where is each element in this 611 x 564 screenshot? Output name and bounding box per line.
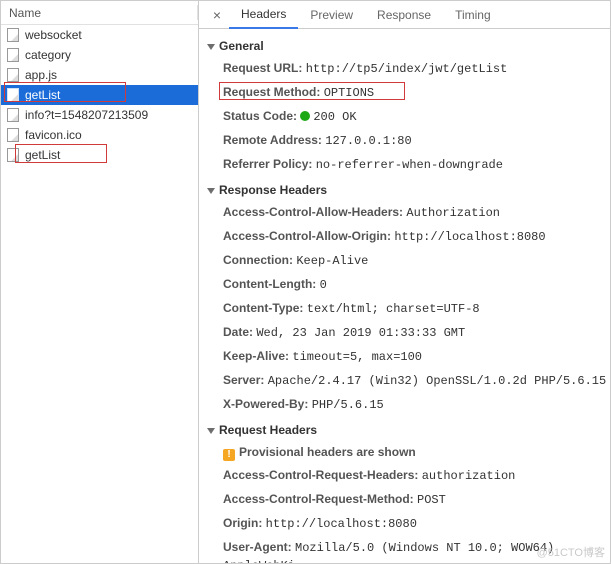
request-row[interactable]: getList	[1, 85, 198, 105]
file-icon	[7, 148, 19, 162]
kv-request-url: Request URL: http://tp5/index/jwt/getLis…	[203, 57, 610, 81]
kv-request-header: Access-Control-Request-Method: POST	[203, 488, 610, 512]
request-list-panel: Name websocket category app.js getList info?…	[1, 1, 199, 563]
watermark: @51CTO博客	[537, 544, 605, 560]
request-row[interactable]: websocket	[1, 25, 198, 45]
file-icon	[7, 28, 19, 42]
file-icon	[7, 128, 19, 142]
request-row[interactable]: favicon.ico	[1, 125, 198, 145]
kv-remote-address: Remote Address: 127.0.0.1:80	[203, 129, 610, 153]
request-row-label: getList	[25, 88, 60, 102]
file-icon	[7, 108, 19, 122]
request-row[interactable]: info?t=1548207213509	[1, 105, 198, 125]
kv-response-header: Server: Apache/2.4.17 (Win32) OpenSSL/1.…	[203, 369, 610, 393]
file-icon	[7, 48, 19, 62]
annotation-box	[219, 82, 405, 100]
file-icon	[7, 88, 19, 102]
kv-status-code: Status Code: 200 OK	[203, 105, 610, 129]
detail-tabs: × HeadersPreviewResponseTiming	[199, 1, 610, 29]
section-response-headers[interactable]: Response Headers	[203, 177, 610, 201]
devtools-window: Name websocket category app.js getList info?…	[0, 0, 611, 564]
warning-icon: !	[223, 449, 235, 461]
request-row-label: favicon.ico	[25, 128, 82, 142]
kv-response-header: Keep-Alive: timeout=5, max=100	[203, 345, 610, 369]
kv-response-header: X-Powered-By: PHP/5.6.15	[203, 393, 610, 417]
tab-response[interactable]: Response	[365, 1, 443, 29]
request-row-label: getList	[25, 148, 60, 162]
section-request-headers[interactable]: Request Headers	[203, 417, 610, 441]
tab-headers[interactable]: Headers	[229, 1, 298, 29]
disclosure-triangle-icon	[207, 188, 215, 194]
request-row[interactable]: app.js	[1, 65, 198, 85]
request-row-label: category	[25, 48, 71, 62]
disclosure-triangle-icon	[207, 428, 215, 434]
status-dot-icon	[300, 111, 310, 121]
request-row[interactable]: category	[1, 45, 198, 65]
request-row-label: app.js	[25, 68, 57, 82]
kv-request-header: Origin: http://localhost:8080	[203, 512, 610, 536]
section-title-text: General	[219, 39, 264, 53]
kv-request-header: Access-Control-Request-Headers: authoriz…	[203, 464, 610, 488]
kv-response-header: Content-Length: 0	[203, 273, 610, 297]
section-general[interactable]: General	[203, 33, 610, 57]
section-title-text: Request Headers	[219, 423, 317, 437]
detail-panel: × HeadersPreviewResponseTiming General R…	[199, 1, 610, 563]
kv-response-header: Access-Control-Allow-Headers: Authorizat…	[203, 201, 610, 225]
provisional-warning: !Provisional headers are shown	[203, 441, 610, 464]
tab-timing[interactable]: Timing	[443, 1, 503, 29]
section-title-text: Response Headers	[219, 183, 327, 197]
request-row-label: websocket	[25, 28, 82, 42]
kv-response-header: Content-Type: text/html; charset=UTF-8	[203, 297, 610, 321]
kv-response-header: Access-Control-Allow-Origin: http://loca…	[203, 225, 610, 249]
request-row[interactable]: getList	[1, 145, 198, 165]
kv-response-header: Date: Wed, 23 Jan 2019 01:33:33 GMT	[203, 321, 610, 345]
kv-request-method: Request Method: OPTIONS	[203, 81, 610, 105]
request-list: websocket category app.js getList info?t=154…	[1, 25, 198, 563]
file-icon	[7, 68, 19, 82]
disclosure-triangle-icon	[207, 44, 215, 50]
headers-pane[interactable]: General Request URL: http://tp5/index/jw…	[199, 29, 610, 563]
kv-referrer-policy: Referrer Policy: no-referrer-when-downgr…	[203, 153, 610, 177]
request-row-label: info?t=1548207213509	[25, 108, 148, 122]
close-icon[interactable]: ×	[205, 7, 229, 23]
column-header-name[interactable]: Name	[1, 1, 198, 25]
kv-response-header: Connection: Keep-Alive	[203, 249, 610, 273]
tab-preview[interactable]: Preview	[298, 1, 365, 29]
